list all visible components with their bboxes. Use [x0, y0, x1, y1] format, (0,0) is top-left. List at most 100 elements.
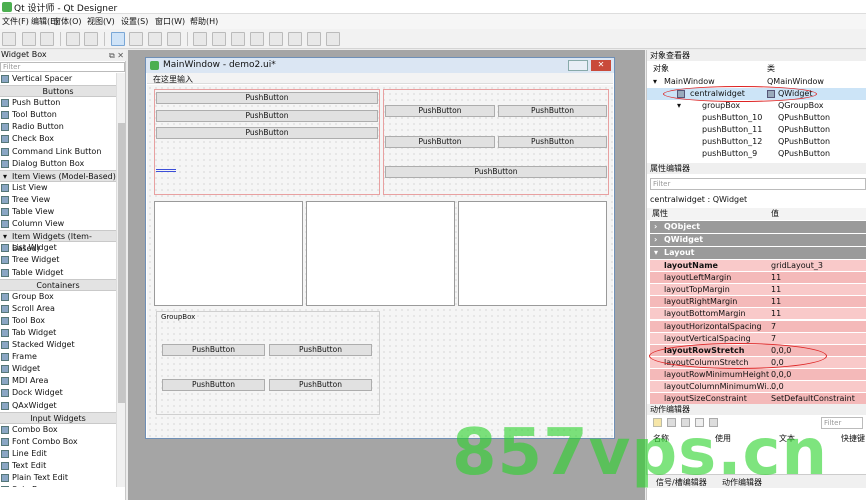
edit-tab-order-icon[interactable]: [167, 32, 181, 46]
widget-box-item[interactable]: MDI Area: [0, 375, 116, 387]
property-row[interactable]: layoutRightMargin 11: [650, 296, 866, 309]
scrollbar-thumb[interactable]: [118, 123, 125, 403]
widget-box-item[interactable]: Combo Box: [0, 424, 116, 436]
property-filter-input[interactable]: Filter: [650, 178, 866, 190]
central-widget-canvas[interactable]: PushButton PushButton PushButton PushBut…: [147, 85, 613, 438]
paste-action-icon[interactable]: [681, 418, 690, 427]
widget-box-item[interactable]: Plain Text Edit: [0, 472, 116, 484]
push-button[interactable]: PushButton: [156, 110, 378, 122]
widget-box-item[interactable]: Vertical Spacer: [0, 73, 116, 85]
category-layout[interactable]: Layout: [650, 247, 866, 259]
push-button[interactable]: PushButton: [156, 92, 378, 104]
action-filter-input[interactable]: Filter: [821, 417, 863, 429]
menu-window[interactable]: 窗口(W): [155, 16, 185, 27]
property-value[interactable]: 11: [771, 296, 781, 308]
push-button[interactable]: PushButton: [269, 379, 372, 391]
push-button[interactable]: PushButton: [385, 166, 607, 178]
widget-box-item[interactable]: Scroll Area: [0, 303, 116, 315]
widget-box-item[interactable]: Group Box: [0, 291, 116, 303]
menu-form[interactable]: 窗体(O): [53, 16, 82, 27]
float-close-icon[interactable]: ⧉ ✕: [109, 51, 124, 61]
layout-form-icon[interactable]: [269, 32, 283, 46]
vertical-layout[interactable]: [154, 89, 380, 195]
widget-box-item[interactable]: Widget: [0, 363, 116, 375]
property-value[interactable]: 0,0,0: [771, 369, 791, 381]
expand-arrow-icon[interactable]: ▾: [653, 76, 657, 88]
adjust-size-icon[interactable]: [326, 32, 340, 46]
push-button[interactable]: PushButton: [498, 136, 607, 148]
layout-grid-icon[interactable]: [288, 32, 302, 46]
open-form-icon[interactable]: [22, 32, 36, 46]
form-window-title-bar[interactable]: MainWindow - demo2.ui* ✕: [146, 58, 614, 73]
break-layout-icon[interactable]: [307, 32, 321, 46]
form-window[interactable]: MainWindow - demo2.ui* ✕ 在这里输入 PushButto…: [145, 57, 615, 439]
property-row[interactable]: layoutHorizontalSpacing 7: [650, 320, 866, 333]
widget-box-filter-input[interactable]: Filter: [0, 62, 125, 72]
property-row[interactable]: layoutTopMargin 11: [650, 284, 866, 297]
widget-box-scrollbar[interactable]: [116, 73, 125, 487]
new-form-icon[interactable]: [2, 32, 16, 46]
save-form-icon[interactable]: [40, 32, 54, 46]
property-value[interactable]: 11: [771, 308, 781, 320]
widget-box-item[interactable]: Tree View: [0, 194, 116, 206]
widget-box-item[interactable]: Push Button: [0, 97, 116, 109]
property-row[interactable]: layoutName gridLayout_3: [650, 260, 866, 272]
widget-category[interactable]: Buttons: [0, 85, 116, 98]
layout-vertical-icon[interactable]: [212, 32, 226, 46]
tab-action-editor[interactable]: 动作编辑器: [722, 477, 762, 488]
tree-row[interactable]: pushButton_10 QPushButton: [647, 112, 866, 124]
widget-box-item[interactable]: Radio Button: [0, 121, 116, 133]
edit-widgets-icon[interactable]: [111, 32, 125, 46]
list-widget[interactable]: [154, 201, 303, 306]
widget-box-item[interactable]: Table View: [0, 206, 116, 218]
widget-box-item[interactable]: Spin Box: [0, 484, 116, 487]
menu-view[interactable]: 视图(V): [87, 16, 115, 27]
category-qobject[interactable]: QObject: [650, 221, 866, 233]
push-button[interactable]: PushButton: [385, 105, 495, 117]
menu-file[interactable]: 文件(F): [2, 16, 29, 27]
category-qwidget[interactable]: QWidget: [650, 234, 866, 246]
property-row[interactable]: layoutColumnMinimumWi... 0,0: [650, 381, 866, 393]
widget-box-item[interactable]: Column View: [0, 218, 116, 230]
widget-box-item[interactable]: Line Edit: [0, 448, 116, 460]
form-menu-bar[interactable]: 在这里输入: [147, 73, 613, 84]
property-row[interactable]: layoutLeftMargin 11: [650, 272, 866, 285]
property-row[interactable]: layoutBottomMargin 11: [650, 308, 866, 321]
type-here-menu[interactable]: 在这里输入: [153, 74, 193, 85]
widget-box-item[interactable]: Tool Button: [0, 109, 116, 121]
copy-action-icon[interactable]: [667, 418, 676, 427]
widget-category[interactable]: Input Widgets: [0, 411, 116, 424]
push-button[interactable]: PushButton: [269, 344, 372, 356]
property-value[interactable]: 7: [771, 333, 776, 345]
widget-box-item[interactable]: Font Combo Box: [0, 436, 116, 448]
edit-buddies-icon[interactable]: [148, 32, 162, 46]
property-value[interactable]: 7: [771, 321, 776, 333]
push-button[interactable]: PushButton: [162, 379, 265, 391]
push-button[interactable]: PushButton: [385, 136, 495, 148]
menu-settings[interactable]: 设置(S): [121, 16, 148, 27]
paste-icon[interactable]: [84, 32, 98, 46]
widget-box-item[interactable]: Tool Box: [0, 315, 116, 327]
tree-row[interactable]: pushButton_9 QPushButton: [647, 148, 866, 160]
list-widget[interactable]: [306, 201, 455, 306]
expand-arrow-icon[interactable]: ▾: [677, 100, 681, 112]
property-value[interactable]: 11: [771, 284, 781, 296]
widget-category[interactable]: Item Widgets (Item-Based): [0, 230, 116, 253]
layout-vertical-splitter-icon[interactable]: [250, 32, 264, 46]
property-row[interactable]: layoutRowMinimumHeight 0,0,0: [650, 368, 866, 381]
configure-action-icon[interactable]: [709, 418, 718, 427]
widget-box-item[interactable]: Command Link Button: [0, 146, 116, 158]
layout-horizontal-icon[interactable]: [193, 32, 207, 46]
widget-box-item[interactable]: Text Edit: [0, 460, 116, 472]
group-box[interactable]: GroupBox: [156, 311, 380, 415]
widget-box-item[interactable]: List View: [0, 182, 116, 194]
property-value[interactable]: gridLayout_3: [771, 260, 823, 272]
close-button[interactable]: ✕: [591, 60, 611, 71]
tree-row[interactable]: pushButton_11 QPushButton: [647, 124, 866, 136]
menu-help[interactable]: 帮助(H): [190, 16, 218, 27]
widget-box-item[interactable]: QAxWidget: [0, 400, 116, 412]
widget-category[interactable]: Item Views (Model-Based): [0, 169, 116, 183]
layout-horizontal-splitter-icon[interactable]: [231, 32, 245, 46]
widget-box-item[interactable]: Dialog Button Box: [0, 158, 116, 170]
widget-box-item[interactable]: Dock Widget: [0, 387, 116, 399]
